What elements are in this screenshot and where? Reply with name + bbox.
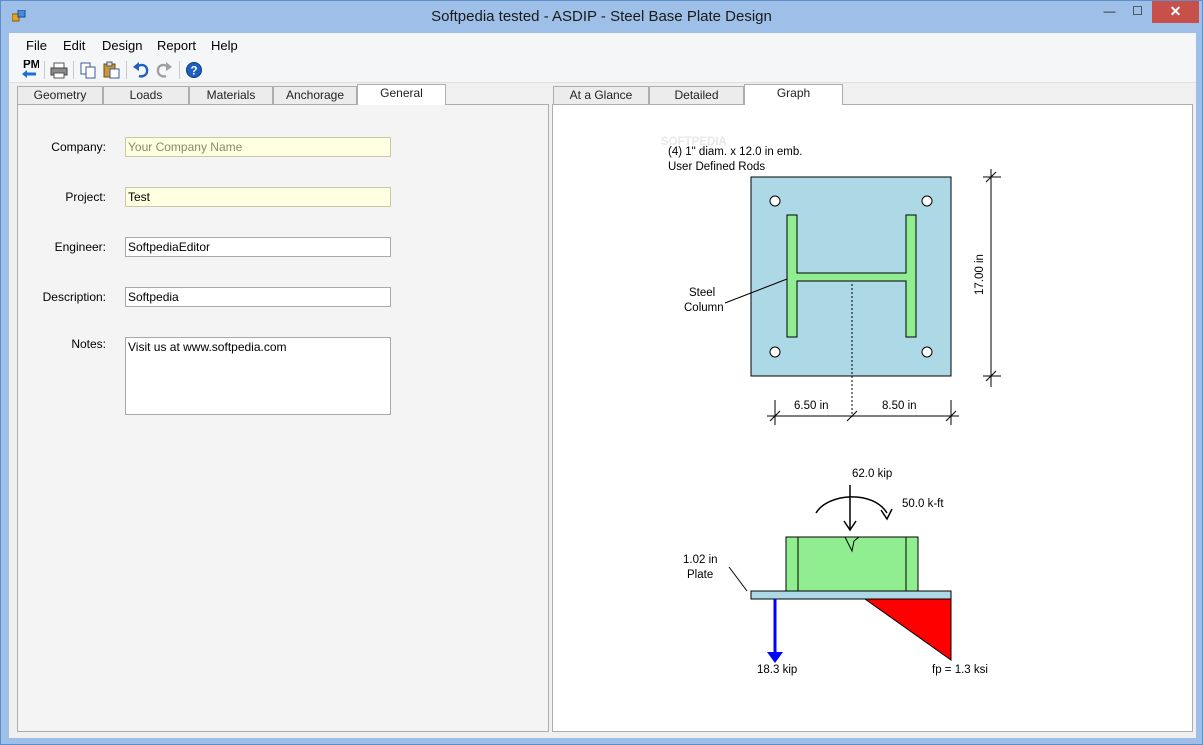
tab-geometry[interactable]: Geometry [17, 86, 103, 105]
help-icon[interactable]: ? [184, 60, 204, 80]
copy-icon[interactable] [78, 60, 98, 80]
description-field[interactable]: Softpedia [125, 287, 391, 307]
column-label-line1: Steel [689, 287, 715, 299]
svg-text:?: ? [191, 66, 198, 78]
column-label-line2: Column [684, 302, 724, 314]
left-dimension-label: 6.50 in [794, 400, 829, 412]
base-plate-elevation [750, 590, 952, 600]
tab-graph[interactable]: Graph [744, 84, 843, 105]
paste-icon[interactable] [101, 60, 121, 80]
company-field[interactable]: Your Company Name [125, 137, 391, 157]
notes-label: Notes: [71, 337, 106, 351]
pm-label: PM [23, 60, 39, 71]
menu-file[interactable]: File [26, 38, 47, 53]
anchor-rod [769, 195, 781, 207]
plate-label: Plate [687, 569, 713, 581]
toolbar: PM ? [9, 57, 1196, 83]
anchor-rod [921, 195, 933, 207]
height-dimension-label: 17.00 in [974, 254, 986, 295]
tab-general[interactable]: General [357, 84, 446, 105]
anchor-rod [769, 346, 781, 358]
pm-back-icon[interactable]: PM [19, 60, 39, 80]
menu-design[interactable]: Design [102, 38, 142, 53]
menu-bar: File Edit Design Report Help [9, 33, 1196, 57]
window-title: Softpedia tested - ASDIP - Steel Base Pl… [431, 8, 772, 25]
title-bar: Softpedia tested - ASDIP - Steel Base Pl… [1, 1, 1202, 33]
undo-icon[interactable] [131, 60, 151, 80]
project-label: Project: [65, 190, 106, 204]
description-label: Description: [42, 290, 106, 304]
anchor-tension-label: 18.3 kip [757, 664, 797, 676]
plate-thickness-label: 1.02 in [683, 554, 718, 566]
moment-label: 50.0 k-ft [902, 498, 944, 510]
engineer-field[interactable]: SoftpediaEditor [125, 237, 391, 257]
right-dimension-label: 8.50 in [882, 400, 917, 412]
general-panel: Company: Your Company Name Project: Test… [17, 104, 549, 732]
column-elevation [785, 536, 919, 592]
base-plate-drawing: SOFTPEDIA (4) 1" diam. x 12.0 in emb. Us… [661, 136, 1001, 676]
moment-arc [815, 496, 888, 514]
tab-at-a-glance[interactable]: At a Glance [553, 86, 649, 105]
bearing-pressure-label: fp = 1.3 ksi [932, 664, 988, 676]
menu-report[interactable]: Report [157, 38, 196, 53]
tab-loads[interactable]: Loads [103, 86, 189, 105]
menu-edit[interactable]: Edit [63, 38, 85, 53]
menu-help[interactable]: Help [211, 38, 238, 53]
left-tab-strip: Geometry Loads Materials Anchorage Gener… [17, 84, 557, 105]
notes-textarea[interactable]: Visit us at www.softpedia.com [125, 337, 391, 415]
minimize-button[interactable]: — [1096, 1, 1123, 23]
close-button[interactable]: ✕ [1152, 1, 1199, 23]
anchor-tension-arrowhead [767, 652, 783, 663]
engineer-label: Engineer: [54, 240, 106, 254]
rods-label-line1: (4) 1" diam. x 12.0 in emb. [668, 146, 802, 158]
rods-label-line2: User Defined Rods [668, 161, 765, 173]
axial-load-label: 62.0 kip [852, 468, 892, 480]
anchor-rod [921, 346, 933, 358]
maximize-button[interactable]: ☐ [1124, 1, 1151, 23]
print-icon[interactable] [49, 60, 69, 80]
bearing-pressure-diagram [863, 598, 952, 661]
graph-panel: SOFTPEDIA (4) 1" diam. x 12.0 in emb. Us… [552, 104, 1193, 732]
client-area: File Edit Design Report Help PM ? Geomet… [9, 33, 1196, 738]
right-tab-strip: At a Glance Detailed Graph [553, 84, 1193, 105]
company-label: Company: [51, 140, 106, 154]
tab-anchorage[interactable]: Anchorage [273, 86, 357, 105]
redo-icon[interactable] [154, 60, 174, 80]
project-field[interactable]: Test [125, 187, 391, 207]
app-window: Softpedia tested - ASDIP - Steel Base Pl… [0, 0, 1203, 745]
tab-materials[interactable]: Materials [189, 86, 273, 105]
plate-leader-line [728, 566, 748, 592]
tab-detailed[interactable]: Detailed [649, 86, 744, 105]
